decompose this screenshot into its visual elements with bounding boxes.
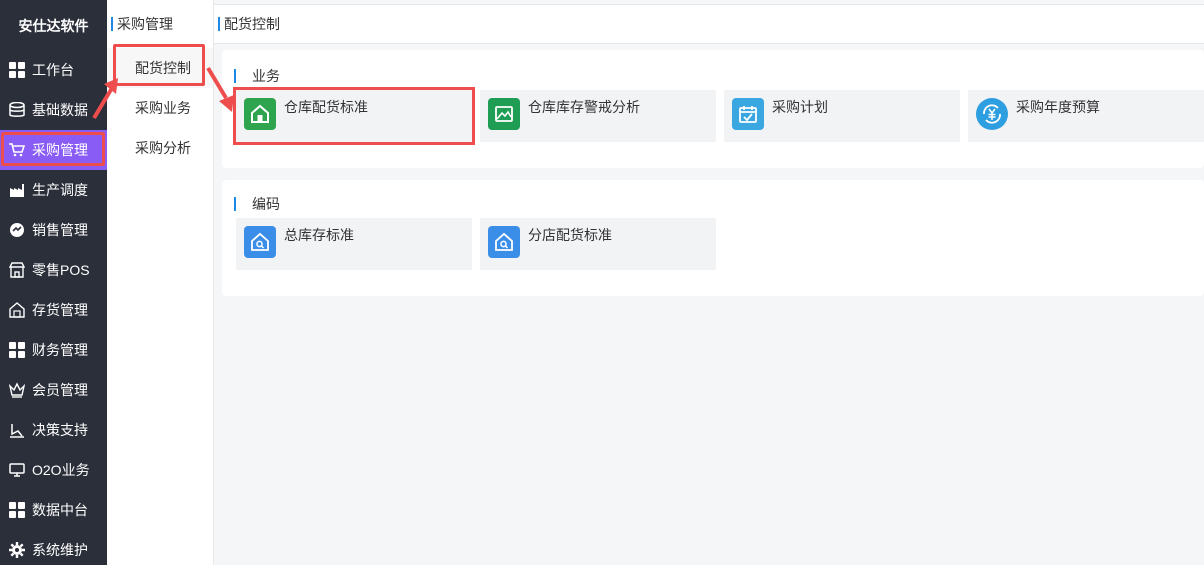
- sidebar-item-label: 数据中台: [32, 502, 88, 518]
- submenu-item-purchase-analysis[interactable]: 采购分析: [107, 128, 213, 168]
- tile-label: 仓库库存警戒分析: [528, 99, 640, 115]
- submenu-item-label: 采购分析: [135, 140, 191, 156]
- page-title: 配货控制: [224, 16, 280, 32]
- title-accent-bar: [218, 17, 220, 31]
- house-search-icon: [244, 226, 276, 258]
- section-coding: 编码 总库存标准 分店配货标准: [222, 180, 1204, 296]
- tile-purchase-plan[interactable]: 采购计划: [724, 90, 960, 142]
- sidebar-item-label: 决策支持: [32, 422, 88, 438]
- sidebar-item-sales[interactable]: 销售管理: [0, 210, 107, 250]
- warehouse-icon: [8, 301, 26, 319]
- section-title-text: 编码: [252, 196, 280, 212]
- sidebar-item-o2o[interactable]: O2O业务: [0, 450, 107, 490]
- sidebar-item-label: 工作台: [32, 62, 74, 78]
- submenu-title-text: 采购管理: [117, 16, 173, 32]
- store-icon: [8, 261, 26, 279]
- sub-sidebar: 采购管理 配货控制 采购业务 采购分析: [107, 0, 214, 565]
- sidebar-item-purchasing[interactable]: 采购管理: [0, 130, 107, 170]
- sidebar-item-basic-data[interactable]: 基础数据: [0, 90, 107, 130]
- title-accent-bar: [111, 17, 113, 31]
- tile-label: 总库存标准: [284, 227, 354, 243]
- sidebar-item-members[interactable]: 会员管理: [0, 370, 107, 410]
- gear-icon: [8, 541, 26, 559]
- title-accent-bar: [234, 197, 236, 211]
- submenu-item-label: 配货控制: [135, 60, 191, 76]
- sidebar-item-label: 基础数据: [32, 102, 88, 118]
- tile-label: 采购计划: [772, 99, 828, 115]
- sidebar-item-production[interactable]: 生产调度: [0, 170, 107, 210]
- main-sidebar: 安仕达软件 工作台 基础数据 采购管理 生产调度 销售管理 零售POS 存货管理…: [0, 0, 107, 565]
- monitor-icon: [8, 461, 26, 479]
- tile-label: 分店配货标准: [528, 227, 612, 243]
- sidebar-item-label: 采购管理: [32, 142, 88, 158]
- sidebar-item-workbench[interactable]: 工作台: [0, 50, 107, 90]
- tile-label: 仓库配货标准: [284, 99, 368, 115]
- tile-warehouse-distribution-standard[interactable]: 仓库配货标准: [233, 87, 475, 145]
- sales-icon: [8, 221, 26, 239]
- picture-icon: [488, 98, 520, 130]
- submenu-item-purchase-business[interactable]: 采购业务: [107, 88, 213, 128]
- section-business: 业务 仓库配货标准 仓库库存警戒分析 采购计划 采购年度预算: [222, 50, 1204, 168]
- sidebar-item-label: 零售POS: [32, 262, 90, 278]
- sidebar-item-label: 财务管理: [32, 342, 88, 358]
- tile-annual-purchase-budget[interactable]: 采购年度预算: [968, 90, 1204, 142]
- grid-icon: [8, 61, 26, 79]
- sidebar-item-decision[interactable]: 决策支持: [0, 410, 107, 450]
- sidebar-item-label: 存货管理: [32, 302, 88, 318]
- sidebar-item-label: 会员管理: [32, 382, 88, 398]
- home-icon: [244, 98, 276, 130]
- crown-icon: [8, 381, 26, 399]
- sidebar-item-system[interactable]: 系统维护: [0, 530, 107, 565]
- sidebar-item-label: O2O业务: [32, 462, 90, 478]
- calendar-check-icon: [732, 98, 764, 130]
- tile-label: 采购年度预算: [1016, 99, 1100, 115]
- house-search-icon: [488, 226, 520, 258]
- yen-cycle-icon: [976, 98, 1008, 130]
- sidebar-item-finance[interactable]: 财务管理: [0, 330, 107, 370]
- section-title: 编码: [234, 194, 280, 214]
- database-icon: [8, 101, 26, 119]
- title-accent-bar: [234, 69, 236, 83]
- sidebar-item-retail-pos[interactable]: 零售POS: [0, 250, 107, 290]
- decision-icon: [8, 421, 26, 439]
- tile-total-inventory-standard[interactable]: 总库存标准: [236, 218, 472, 270]
- sidebar-item-label: 销售管理: [32, 222, 88, 238]
- sidebar-item-label: 系统维护: [32, 542, 88, 558]
- tile-warehouse-stock-alert[interactable]: 仓库库存警戒分析: [480, 90, 716, 142]
- sidebar-item-inventory[interactable]: 存货管理: [0, 290, 107, 330]
- submenu-title: 采购管理: [107, 0, 213, 48]
- sidebar-item-data-center[interactable]: 数据中台: [0, 490, 107, 530]
- tile-branch-distribution-standard[interactable]: 分店配货标准: [480, 218, 716, 270]
- brand-title: 安仕达软件: [0, 0, 107, 50]
- breadcrumb: 配货控制: [214, 4, 1204, 44]
- sidebar-item-label: 生产调度: [32, 182, 88, 198]
- cart-icon: [8, 141, 26, 159]
- grid-icon: [8, 501, 26, 519]
- factory-icon: [8, 181, 26, 199]
- submenu-item-distribution-control[interactable]: 配货控制: [107, 44, 213, 88]
- section-title: 业务: [234, 66, 280, 86]
- submenu-item-label: 采购业务: [135, 100, 191, 116]
- grid-icon: [8, 341, 26, 359]
- section-title-text: 业务: [252, 68, 280, 84]
